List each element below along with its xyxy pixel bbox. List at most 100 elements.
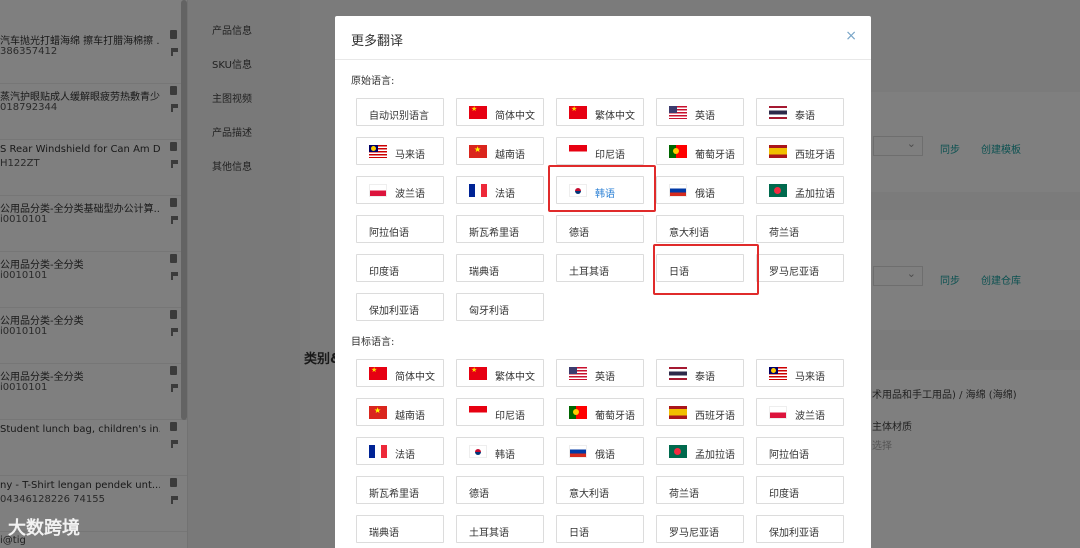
language-label: 波兰语 — [395, 189, 425, 200]
language-label: 马来语 — [795, 372, 825, 383]
dialog-header: 更多翻译 × — [335, 16, 871, 60]
language-option[interactable]: 波兰语 — [356, 176, 444, 204]
language-label: 法语 — [395, 450, 415, 461]
language-option[interactable]: 泰语 — [656, 359, 744, 387]
language-label: 越南语 — [495, 150, 525, 161]
flag-bd-icon — [669, 445, 687, 458]
language-option[interactable]: 法语 — [356, 437, 444, 465]
language-option[interactable]: 马来语 — [756, 359, 844, 387]
language-option[interactable]: 印度语 — [356, 254, 444, 282]
language-option[interactable]: 泰语 — [756, 98, 844, 126]
highlight-box-japanese — [653, 244, 759, 295]
language-option[interactable]: 英语 — [656, 98, 744, 126]
language-label: 匈牙利语 — [469, 306, 509, 317]
flag-pt-icon — [669, 145, 687, 158]
language-option[interactable]: 土耳其语 — [456, 515, 544, 543]
language-option[interactable]: 葡萄牙语 — [556, 398, 644, 426]
language-option[interactable]: 繁体中文 — [556, 98, 644, 126]
flag-my-icon — [369, 145, 387, 158]
language-option[interactable]: 日语 — [556, 515, 644, 543]
language-option[interactable]: 瑞典语 — [456, 254, 544, 282]
language-label: 繁体中文 — [595, 111, 635, 122]
language-option[interactable]: 简体中文 — [456, 98, 544, 126]
language-label: 西班牙语 — [695, 411, 735, 422]
flag-cn-icon — [369, 366, 387, 380]
language-option[interactable]: 孟加拉语 — [756, 176, 844, 204]
language-option[interactable]: 德语 — [456, 476, 544, 504]
language-label: 德语 — [469, 489, 489, 500]
more-translation-dialog: 更多翻译 × 原始语言: 自动识别语言简体中文繁体中文英语泰语马来语越南语印尼语… — [335, 16, 871, 548]
language-option[interactable]: 孟加拉语 — [656, 437, 744, 465]
language-label: 越南语 — [395, 411, 425, 422]
language-option[interactable]: 罗马尼亚语 — [656, 515, 744, 543]
language-option[interactable]: 西班牙语 — [656, 398, 744, 426]
flag-fr-icon — [369, 445, 387, 458]
language-label: 简体中文 — [495, 111, 535, 122]
language-option[interactable]: 自动识别语言 — [356, 98, 444, 126]
flag-ru-icon — [669, 184, 687, 197]
language-label: 保加利亚语 — [369, 306, 419, 317]
language-option[interactable]: 阿拉伯语 — [756, 437, 844, 465]
language-option[interactable]: 保加利亚语 — [356, 293, 444, 321]
flag-id-icon — [569, 145, 587, 158]
language-label: 简体中文 — [395, 372, 435, 383]
source-language-label: 原始语言: — [351, 76, 395, 87]
language-label: 繁体中文 — [495, 372, 535, 383]
flag-pl-icon — [369, 184, 387, 197]
language-label: 法语 — [495, 189, 515, 200]
language-option[interactable]: 繁体中文 — [456, 359, 544, 387]
language-option[interactable]: 荷兰语 — [756, 215, 844, 243]
language-label: 土耳其语 — [569, 267, 609, 278]
language-option[interactable]: 印尼语 — [556, 137, 644, 165]
language-label: 俄语 — [695, 189, 715, 200]
flag-vn-icon — [369, 406, 387, 419]
language-label: 英语 — [595, 372, 615, 383]
language-label: 自动识别语言 — [369, 111, 429, 122]
language-label: 韩语 — [495, 450, 515, 461]
language-option[interactable]: 英语 — [556, 359, 644, 387]
language-label: 马来语 — [395, 150, 425, 161]
language-option[interactable]: 瑞典语 — [356, 515, 444, 543]
target-language-label: 目标语言: — [351, 337, 395, 348]
language-option[interactable]: 斯瓦希里语 — [456, 215, 544, 243]
language-label: 泰语 — [795, 111, 815, 122]
language-option[interactable]: 俄语 — [656, 176, 744, 204]
language-option[interactable]: 印尼语 — [456, 398, 544, 426]
language-option[interactable]: 波兰语 — [756, 398, 844, 426]
language-option[interactable]: 匈牙利语 — [456, 293, 544, 321]
language-option[interactable]: 意大利语 — [556, 476, 644, 504]
language-option[interactable]: 法语 — [456, 176, 544, 204]
language-label: 瑞典语 — [369, 528, 399, 539]
flag-us-icon — [669, 106, 687, 119]
language-option[interactable]: 土耳其语 — [556, 254, 644, 282]
language-option[interactable]: 荷兰语 — [656, 476, 744, 504]
language-option[interactable]: 越南语 — [456, 137, 544, 165]
flag-cn-icon — [569, 105, 587, 119]
language-option[interactable]: 意大利语 — [656, 215, 744, 243]
language-option[interactable]: 简体中文 — [356, 359, 444, 387]
flag-bd-icon — [769, 184, 787, 197]
flag-th-icon — [769, 106, 787, 119]
language-option[interactable]: 保加利亚语 — [756, 515, 844, 543]
language-option[interactable]: 马来语 — [356, 137, 444, 165]
close-icon[interactable]: × — [845, 28, 857, 44]
flag-my-icon — [769, 367, 787, 380]
language-option[interactable]: 葡萄牙语 — [656, 137, 744, 165]
language-option[interactable]: 斯瓦希里语 — [356, 476, 444, 504]
flag-es-icon — [669, 406, 687, 419]
language-label: 印度语 — [369, 267, 399, 278]
language-label: 罗马尼亚语 — [669, 528, 719, 539]
language-option[interactable]: 韩语 — [456, 437, 544, 465]
language-option[interactable]: 德语 — [556, 215, 644, 243]
flag-cn-icon — [469, 105, 487, 119]
language-option[interactable]: 罗马尼亚语 — [756, 254, 844, 282]
language-option[interactable]: 阿拉伯语 — [356, 215, 444, 243]
language-label: 土耳其语 — [469, 528, 509, 539]
language-option[interactable]: 越南语 — [356, 398, 444, 426]
language-option[interactable]: 西班牙语 — [756, 137, 844, 165]
dialog-title: 更多翻译 — [351, 34, 404, 49]
language-option[interactable]: 俄语 — [556, 437, 644, 465]
language-option[interactable]: 印度语 — [756, 476, 844, 504]
language-label: 印尼语 — [495, 411, 525, 422]
watermark-logo: 大数跨境 — [8, 518, 80, 539]
